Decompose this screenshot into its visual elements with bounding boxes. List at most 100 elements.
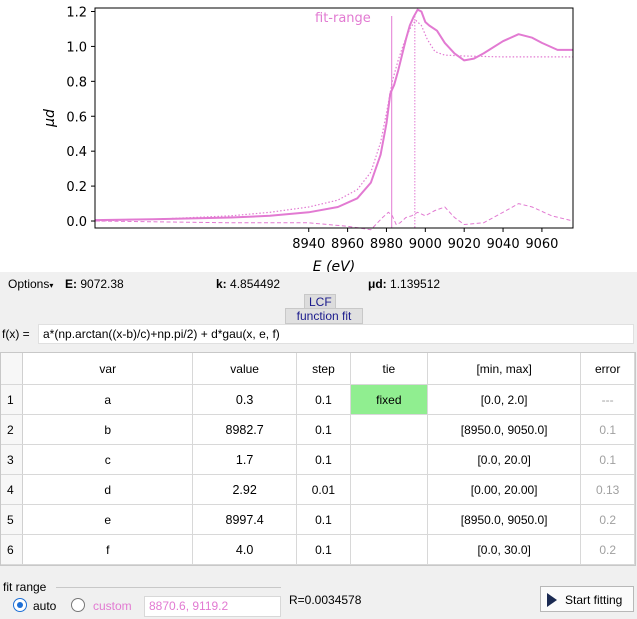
formula-input[interactable]: a*(np.arctan((x-b)/c)+np.pi/2) + d*gau(x… <box>38 324 634 344</box>
tie-cell[interactable]: fixed <box>350 384 428 415</box>
range-cell[interactable]: [0.0, 30.0] <box>427 534 582 565</box>
table-row[interactable]: 6 f 4.0 0.1 [0.0, 30.0] 0.2 <box>1 534 635 565</box>
x-tick-label: 9000 <box>409 237 442 252</box>
var-cell[interactable]: c <box>22 444 194 475</box>
error-cell: 0.2 <box>580 534 635 565</box>
x-axis-label: E (eV) <box>313 259 355 272</box>
k-value: 4.854492 <box>230 277 281 291</box>
xas-chart[interactable]: 8940 8960 8980 9000 9020 9040 9060 0.0 0.2 0.4 0.6… <box>0 0 637 272</box>
row-number: 5 <box>1 504 24 535</box>
start-fitting-button[interactable]: Start fitting <box>540 586 634 612</box>
error-cell: 0.13 <box>580 474 635 505</box>
series-dotted <box>94 19 573 222</box>
plot-area[interactable]: 8940 8960 8980 9000 9020 9040 9060 0.0 0.2 0.4 0.6… <box>0 0 637 272</box>
range-cell[interactable]: [0.0, 2.0] <box>427 384 582 415</box>
step-cell[interactable]: 0.1 <box>296 384 351 415</box>
formula-row: f(x) = a*(np.arctan((x-b)/c)+np.pi/2) + … <box>0 322 637 346</box>
value-cell[interactable]: 2.92 <box>192 474 298 505</box>
options-menu[interactable]: Options▾ <box>8 277 53 291</box>
row-number: 2 <box>1 414 24 445</box>
series-solid <box>94 8 573 222</box>
options-label[interactable]: Options <box>8 277 49 291</box>
error-cell: --- <box>580 384 635 415</box>
value-cell[interactable]: 4.0 <box>192 534 298 565</box>
mud-value: 1.139512 <box>390 277 441 291</box>
column-header[interactable]: tie <box>350 353 428 385</box>
value-cell[interactable]: 8982.7 <box>192 414 298 445</box>
range-cell[interactable]: [8950.0, 9050.0] <box>427 504 582 535</box>
step-cell[interactable]: 0.1 <box>296 414 351 445</box>
step-cell[interactable]: 0.01 <box>296 474 351 505</box>
var-cell[interactable]: b <box>22 414 194 445</box>
y-tick-label: 0.0 <box>66 215 87 230</box>
y-tick-label: 0.8 <box>66 75 87 90</box>
error-cell: 0.1 <box>580 414 635 445</box>
step-cell[interactable]: 0.1 <box>296 504 351 535</box>
tie-cell[interactable] <box>350 534 428 565</box>
fit-range-annotation: fit-range <box>315 11 371 26</box>
range-cell[interactable]: [8950.0, 9050.0] <box>427 414 582 445</box>
custom-radio[interactable] <box>71 598 85 612</box>
value-cell[interactable]: 1.7 <box>192 444 298 475</box>
dropdown-arrow-icon[interactable]: ▾ <box>49 281 53 290</box>
range-cell[interactable]: [0.0, 20.0] <box>427 444 582 475</box>
fit-controls: fit range auto custom 8870.6, 9119.2 R=0… <box>0 576 637 619</box>
auto-radio[interactable] <box>13 598 27 612</box>
column-header[interactable]: step <box>296 353 351 385</box>
group-box-line <box>56 587 281 588</box>
var-cell[interactable]: f <box>22 534 194 565</box>
column-header[interactable]: [min, max] <box>427 353 582 385</box>
k-readout: k: 4.854492 <box>216 277 280 291</box>
error-cell: 0.1 <box>580 444 635 475</box>
value-cell[interactable]: 8997.4 <box>192 504 298 535</box>
mud-label: μd: <box>368 277 387 291</box>
fit-range-input[interactable]: 8870.6, 9119.2 <box>144 596 281 617</box>
x-tick-label: 9060 <box>525 237 558 252</box>
play-icon <box>547 593 557 607</box>
tie-cell[interactable] <box>350 444 428 475</box>
column-header[interactable]: error <box>580 353 635 385</box>
energy-readout: E: 9072.38 <box>65 277 124 291</box>
r-factor: R=0.0034578 <box>289 593 362 607</box>
step-cell[interactable]: 0.1 <box>296 444 351 475</box>
error-cell: 0.2 <box>580 504 635 535</box>
y-tick-label: 1.0 <box>66 40 87 55</box>
table-row[interactable]: 4 d 2.92 0.01 [0.00, 20.00] 0.13 <box>1 474 635 505</box>
var-cell[interactable]: e <box>22 504 194 535</box>
table-row[interactable]: 1 a 0.3 0.1 fixed [0.0, 2.0] --- <box>1 384 635 415</box>
value-cell[interactable]: 0.3 <box>192 384 298 415</box>
column-header[interactable]: var <box>22 353 194 385</box>
table-row[interactable]: 5 e 8997.4 0.1 [8950.0, 9050.0] 0.2 <box>1 504 635 535</box>
column-header[interactable]: value <box>192 353 298 385</box>
var-cell[interactable]: d <box>22 474 194 505</box>
var-cell[interactable]: a <box>22 384 194 415</box>
tie-cell[interactable] <box>350 474 428 505</box>
tie-cell[interactable] <box>350 414 428 445</box>
table-row[interactable]: 2 b 8982.7 0.1 [8950.0, 9050.0] 0.1 <box>1 414 635 445</box>
mud-readout: μd: 1.139512 <box>368 277 440 291</box>
formula-label: f(x) = <box>2 327 30 341</box>
custom-label[interactable]: custom <box>93 599 132 613</box>
step-cell[interactable]: 0.1 <box>296 534 351 565</box>
range-cell[interactable]: [0.00, 20.00] <box>427 474 582 505</box>
table-header-row: var value step tie [min, max] error <box>1 353 635 385</box>
tie-cell[interactable] <box>350 504 428 535</box>
row-number: 6 <box>1 534 24 565</box>
y-tick-label: 0.2 <box>66 180 87 195</box>
k-label: k: <box>216 277 227 291</box>
table-corner <box>1 353 24 385</box>
x-tick-label: 8960 <box>331 237 364 252</box>
parameter-table: var value step tie [min, max] error 1 a 0.… <box>0 352 636 566</box>
table-row[interactable]: 3 c 1.7 0.1 [0.0, 20.0] 0.1 <box>1 444 635 475</box>
y-tick-label: 1.2 <box>66 5 87 20</box>
row-number: 3 <box>1 444 24 475</box>
x-tick-label: 8940 <box>292 237 325 252</box>
x-tick-label: 9020 <box>448 237 481 252</box>
status-bar: Options▾ E: 9072.38 k: 4.854492 μd: 1.13… <box>0 272 637 296</box>
x-tick-label: 8980 <box>370 237 403 252</box>
auto-label[interactable]: auto <box>33 599 56 613</box>
x-tick-label: 9040 <box>487 237 520 252</box>
row-number: 1 <box>1 384 24 415</box>
start-fitting-label: Start fitting <box>565 593 623 607</box>
axes-frame <box>94 7 574 229</box>
